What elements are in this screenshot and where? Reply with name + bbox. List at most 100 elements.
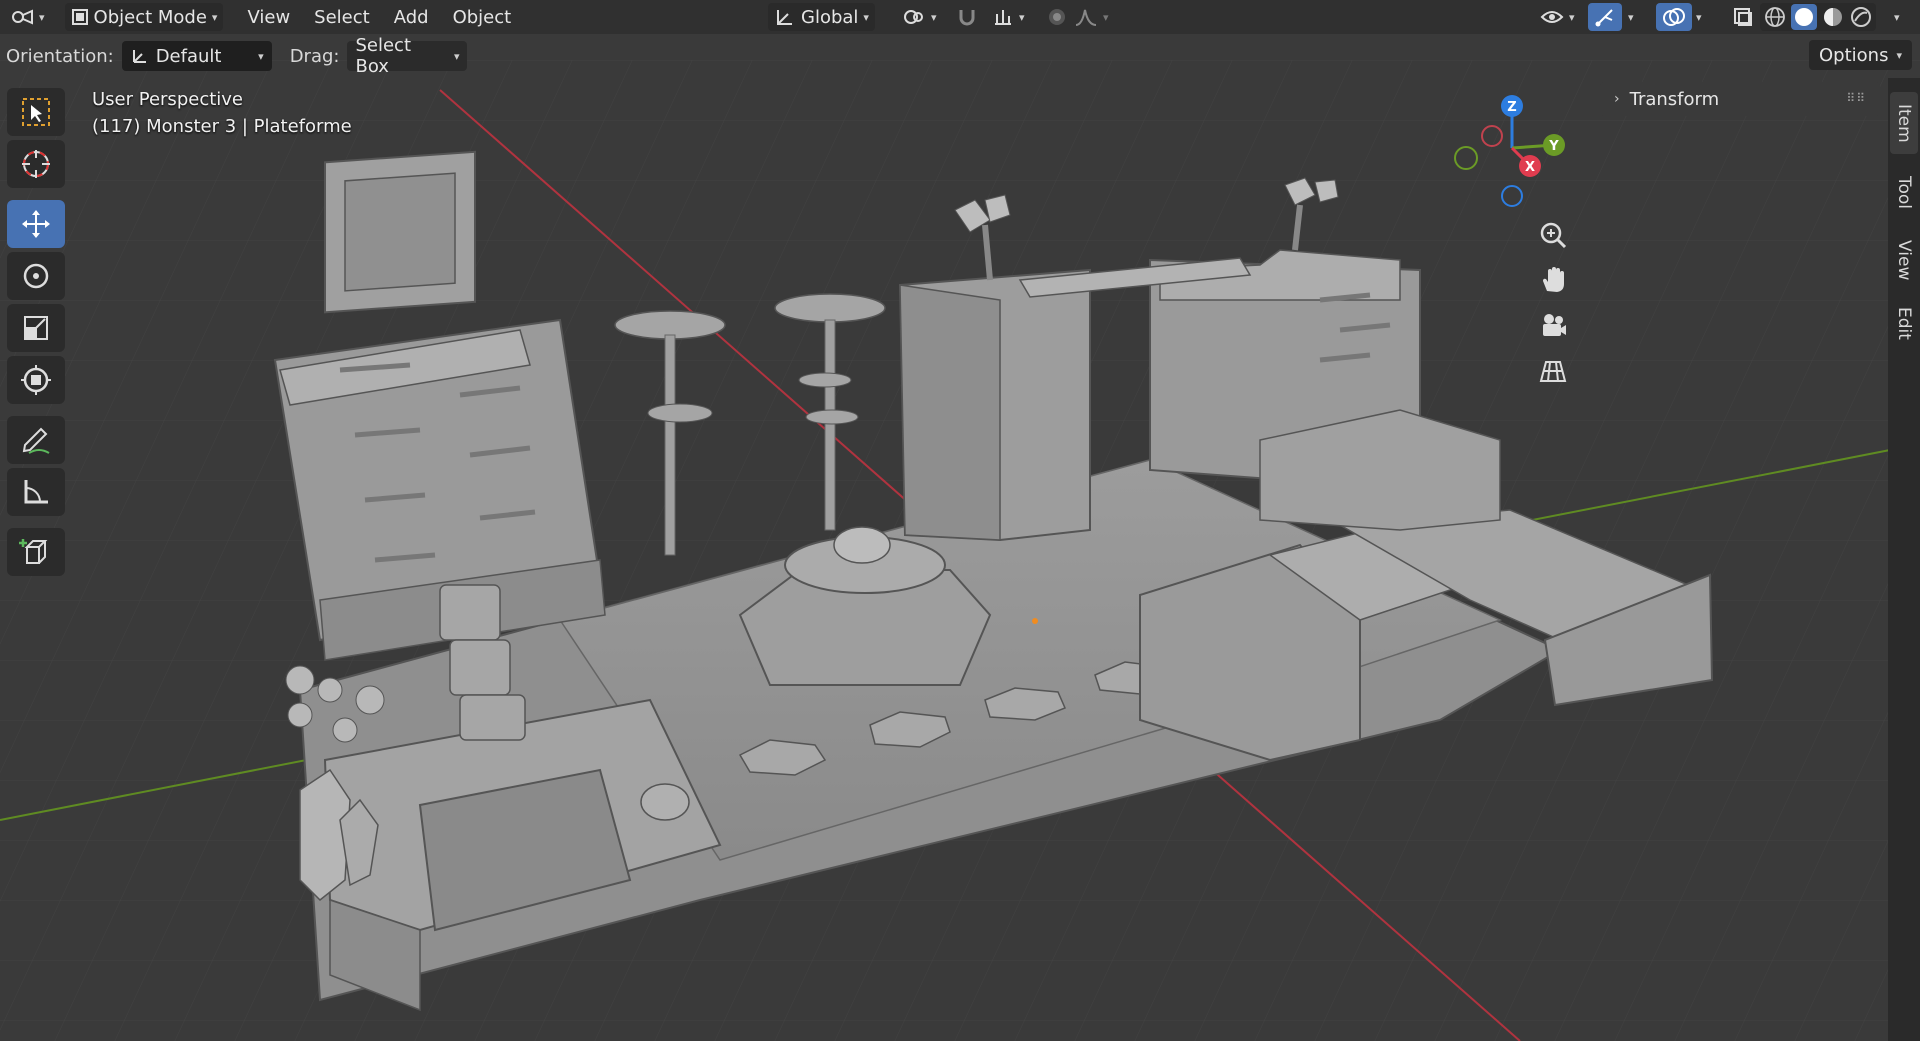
snap-target-dropdown[interactable]: ▾ (986, 3, 1031, 31)
transform-icon (19, 363, 53, 397)
tab-item[interactable]: Item (1890, 92, 1918, 154)
grid-perspective-icon (1538, 356, 1568, 386)
neg-y-axis-icon[interactable] (1454, 146, 1478, 170)
overlays-toggle[interactable] (1656, 3, 1692, 31)
tab-edit[interactable]: Edit (1890, 294, 1918, 352)
tool-measure[interactable] (7, 468, 65, 516)
neg-x-axis-icon[interactable] (1481, 125, 1503, 147)
tool-annotate[interactable] (7, 416, 65, 464)
chevron-down-icon: ▾ (1894, 10, 1900, 24)
chevron-down-icon: ▾ (863, 10, 869, 24)
mode-label: Object Mode (93, 6, 207, 28)
viewport-header: ▾ Object Mode ▾ View Select Add Object G… (0, 0, 1920, 34)
y-axis-label: Y (1548, 139, 1559, 154)
shading-group (1760, 3, 1876, 31)
drag-dropdown[interactable]: Select Box ▾ (347, 35, 468, 77)
gizmo-dropdown[interactable]: ▾ (1622, 3, 1640, 31)
wireframe-shading-icon[interactable] (1763, 5, 1787, 29)
transform-orientation-dropdown[interactable]: Global ▾ (768, 3, 875, 31)
snap-increment-icon (992, 6, 1014, 28)
drag-value: Select Box (355, 35, 411, 77)
pivot-icon (902, 6, 926, 28)
navigation-gizmo[interactable]: Z Y X (1442, 88, 1582, 218)
tool-scale[interactable] (7, 304, 65, 352)
xray-toggle[interactable] (1726, 3, 1760, 31)
overlays-icon (1662, 6, 1686, 28)
options-dropdown[interactable]: Options ▾ (1809, 40, 1912, 70)
options-label: Options (1819, 44, 1889, 66)
camera-view-button[interactable] (1532, 305, 1574, 347)
sidebar-tabs: Item Tool View Edit (1888, 78, 1920, 1041)
gizmo-toggle[interactable] (1588, 3, 1622, 31)
shading-dropdown[interactable]: ▾ (1888, 3, 1906, 31)
cursor-3d-icon (19, 147, 53, 181)
overlays-dropdown[interactable]: ▾ (1690, 3, 1708, 31)
zoom-button[interactable] (1532, 214, 1574, 256)
select-box-icon (20, 96, 52, 128)
ruler-icon (20, 476, 52, 508)
view-name: User Perspective (92, 89, 243, 110)
neg-z-axis-icon[interactable] (1501, 185, 1523, 207)
magnet-icon (956, 6, 978, 28)
tab-tool[interactable]: Tool (1890, 162, 1918, 224)
toolbar (7, 88, 67, 588)
pan-button[interactable] (1532, 259, 1574, 301)
drag-label: Drag: (289, 45, 340, 67)
chevron-down-icon: ▾ (1103, 10, 1109, 24)
material-shading-icon[interactable] (1821, 5, 1845, 29)
object-origin-dot (1032, 618, 1038, 624)
chevron-down-icon: ▾ (258, 49, 264, 63)
menu-add[interactable]: Add (382, 3, 441, 31)
orientation-dropdown[interactable]: Default ▾ (121, 41, 272, 71)
menu-view[interactable]: View (235, 3, 302, 31)
chevron-down-icon: ▾ (211, 10, 218, 24)
orientation-label: Orientation: (6, 45, 114, 67)
chevron-right-icon: › (1614, 91, 1620, 107)
drag-handle-icon[interactable]: ⠿⠿ (1846, 91, 1866, 105)
chevron-down-icon: ▾ (1896, 48, 1902, 62)
chevron-down-icon: ▾ (1019, 10, 1025, 24)
mode-dropdown[interactable]: Object Mode ▾ (64, 3, 224, 31)
xray-icon (1732, 6, 1754, 28)
tab-view[interactable]: View (1890, 228, 1918, 292)
object-info: (117) Monster 3 | Plateforme (92, 116, 352, 137)
snap-toggle[interactable] (950, 3, 984, 31)
tool-rotate[interactable] (7, 252, 65, 300)
chevron-down-icon: ▾ (453, 49, 460, 63)
chevron-down-icon: ▾ (1628, 10, 1634, 24)
hand-icon (1538, 265, 1568, 295)
add-cube-icon (19, 535, 53, 569)
orientation-value: Default (155, 45, 222, 67)
pivot-point-dropdown[interactable]: ▾ (896, 3, 943, 31)
visibility-dropdown[interactable]: ▾ (1534, 3, 1581, 31)
blender-window: ▾ Object Mode ▾ View Select Add Object G… (0, 0, 1920, 1041)
solid-shading-icon[interactable] (1791, 4, 1817, 30)
tool-move[interactable] (7, 200, 65, 248)
viewport-info: User Perspective (117) Monster 3 | Plate… (92, 86, 352, 140)
chevron-down-icon: ▾ (1569, 10, 1575, 24)
scale-icon (20, 312, 52, 344)
viewport-3d[interactable] (0, 0, 1920, 1041)
chevron-down-icon: ▾ (39, 10, 45, 24)
perspective-toggle-button[interactable] (1532, 350, 1574, 392)
x-axis-label: X (1525, 160, 1535, 175)
tool-cursor[interactable] (7, 140, 65, 188)
menu-object[interactable]: Object (441, 3, 524, 31)
orientation-axes-icon (774, 6, 796, 28)
falloff-curve-icon (1074, 6, 1098, 28)
menu-select[interactable]: Select (302, 3, 382, 31)
orientation-gizmo-icon (130, 46, 150, 66)
tool-add-cube[interactable] (7, 528, 65, 576)
transform-panel-header[interactable]: › Transform ⠿⠿ (1600, 82, 1880, 116)
transform-panel-title: Transform (1629, 88, 1720, 110)
tool-transform[interactable] (7, 356, 65, 404)
rendered-shading-icon[interactable] (1849, 5, 1873, 29)
orientation-label: Global (801, 6, 859, 28)
editor-type-button[interactable]: ▾ (4, 3, 51, 31)
viewport-icon (10, 6, 34, 28)
rotate-icon (19, 259, 53, 293)
chevron-down-icon: ▾ (931, 10, 937, 24)
tool-select-box[interactable] (7, 88, 65, 136)
camera-icon (1538, 311, 1568, 341)
proportional-falloff-dropdown[interactable]: ▾ (1068, 3, 1115, 31)
